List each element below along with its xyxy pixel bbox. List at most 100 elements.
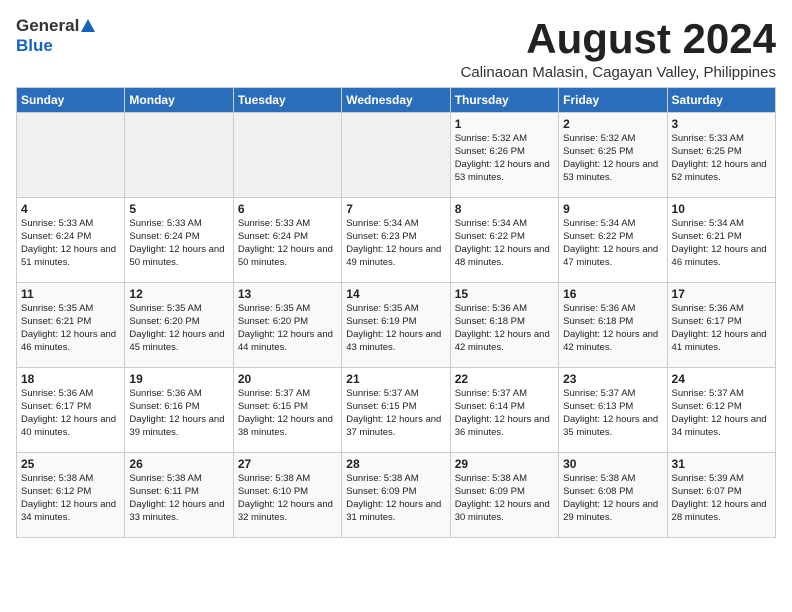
logo-general-text: General bbox=[16, 16, 79, 36]
empty-cell bbox=[125, 113, 233, 198]
day-info: Sunrise: 5:36 AM Sunset: 6:16 PM Dayligh… bbox=[129, 388, 228, 439]
day-number: 18 bbox=[21, 372, 120, 386]
day-info: Sunrise: 5:38 AM Sunset: 6:11 PM Dayligh… bbox=[129, 473, 228, 524]
day-info: Sunrise: 5:32 AM Sunset: 6:25 PM Dayligh… bbox=[563, 133, 662, 184]
day-number: 20 bbox=[238, 372, 337, 386]
day-info: Sunrise: 5:36 AM Sunset: 6:18 PM Dayligh… bbox=[455, 303, 554, 354]
week-row-3: 11 Sunrise: 5:35 AM Sunset: 6:21 PM Dayli… bbox=[17, 283, 776, 368]
day-info: Sunrise: 5:34 AM Sunset: 6:23 PM Dayligh… bbox=[346, 218, 445, 269]
day-info: Sunrise: 5:33 AM Sunset: 6:25 PM Dayligh… bbox=[672, 133, 771, 184]
day-info: Sunrise: 5:38 AM Sunset: 6:09 PM Dayligh… bbox=[455, 473, 554, 524]
day-info: Sunrise: 5:34 AM Sunset: 6:21 PM Dayligh… bbox=[672, 218, 771, 269]
day-number: 6 bbox=[238, 202, 337, 216]
day-cell-2: 2Sunrise: 5:32 AM Sunset: 6:25 PM Daylig… bbox=[559, 113, 667, 198]
week-row-4: 18Sunrise: 5:36 AM Sunset: 6:17 PM Dayli… bbox=[17, 368, 776, 453]
weekday-header-saturday: Saturday bbox=[667, 88, 775, 113]
day-number: 24 bbox=[672, 372, 771, 386]
day-cell-27: 27Sunrise: 5:38 AM Sunset: 6:10 PM Dayli… bbox=[233, 453, 341, 538]
day-info: Sunrise: 5:37 AM Sunset: 6:15 PM Dayligh… bbox=[238, 388, 337, 439]
day-cell-11: 11 Sunrise: 5:35 AM Sunset: 6:21 PM Dayli… bbox=[17, 283, 125, 368]
day-cell-25: 25 Sunrise: 5:38 AM Sunset: 6:12 PM Dayli… bbox=[17, 453, 125, 538]
day-cell-23: 23Sunrise: 5:37 AM Sunset: 6:13 PM Dayli… bbox=[559, 368, 667, 453]
day-number: 22 bbox=[455, 372, 554, 386]
day-cell-8: 8Sunrise: 5:34 AM Sunset: 6:22 PM Daylig… bbox=[450, 198, 558, 283]
day-number: 9 bbox=[563, 202, 662, 216]
day-info: Sunrise: 5:35 AM Sunset: 6:20 PM Dayligh… bbox=[129, 303, 228, 354]
day-cell-13: 13Sunrise: 5:35 AM Sunset: 6:20 PM Dayli… bbox=[233, 283, 341, 368]
day-cell-7: 7Sunrise: 5:34 AM Sunset: 6:23 PM Daylig… bbox=[342, 198, 450, 283]
day-info: Sunrise: 5:39 AM Sunset: 6:07 PM Dayligh… bbox=[672, 473, 771, 524]
day-info: Sunrise: 5:38 AM Sunset: 6:10 PM Dayligh… bbox=[238, 473, 337, 524]
day-info: Sunrise: 5:38 AM Sunset: 6:12 PM Dayligh… bbox=[21, 473, 120, 524]
day-cell-26: 26 Sunrise: 5:38 AM Sunset: 6:11 PM Dayli… bbox=[125, 453, 233, 538]
empty-cell bbox=[233, 113, 341, 198]
day-cell-22: 22Sunrise: 5:37 AM Sunset: 6:14 PM Dayli… bbox=[450, 368, 558, 453]
logo: General Blue bbox=[16, 16, 95, 57]
day-number: 19 bbox=[129, 372, 228, 386]
day-cell-4: 4 Sunrise: 5:33 AM Sunset: 6:24 PM Daylig… bbox=[17, 198, 125, 283]
day-number: 31 bbox=[672, 457, 771, 471]
day-cell-10: 10 Sunrise: 5:34 AM Sunset: 6:21 PM Dayli… bbox=[667, 198, 775, 283]
day-cell-19: 19 Sunrise: 5:36 AM Sunset: 6:16 PM Dayli… bbox=[125, 368, 233, 453]
day-info: Sunrise: 5:34 AM Sunset: 6:22 PM Dayligh… bbox=[455, 218, 554, 269]
day-info: Sunrise: 5:33 AM Sunset: 6:24 PM Dayligh… bbox=[238, 218, 337, 269]
day-number: 15 bbox=[455, 287, 554, 301]
day-cell-21: 21 Sunrise: 5:37 AM Sunset: 6:15 PM Dayli… bbox=[342, 368, 450, 453]
title-area: August 2024 Calinaoan Malasin, Cagayan V… bbox=[95, 16, 776, 81]
day-number: 17 bbox=[672, 287, 771, 301]
day-cell-31: 31 Sunrise: 5:39 AM Sunset: 6:07 PM Dayli… bbox=[667, 453, 775, 538]
day-info: Sunrise: 5:35 AM Sunset: 6:21 PM Dayligh… bbox=[21, 303, 120, 354]
day-info: Sunrise: 5:37 AM Sunset: 6:12 PM Dayligh… bbox=[672, 388, 771, 439]
day-info: Sunrise: 5:35 AM Sunset: 6:20 PM Dayligh… bbox=[238, 303, 337, 354]
day-cell-28: 28 Sunrise: 5:38 AM Sunset: 6:09 PM Dayli… bbox=[342, 453, 450, 538]
day-cell-24: 24 Sunrise: 5:37 AM Sunset: 6:12 PM Dayli… bbox=[667, 368, 775, 453]
day-number: 14 bbox=[346, 287, 445, 301]
day-number: 5 bbox=[129, 202, 228, 216]
day-cell-1: 1Sunrise: 5:32 AM Sunset: 6:26 PM Daylig… bbox=[450, 113, 558, 198]
day-info: Sunrise: 5:33 AM Sunset: 6:24 PM Dayligh… bbox=[129, 218, 228, 269]
empty-cell bbox=[17, 113, 125, 198]
day-cell-29: 29 Sunrise: 5:38 AM Sunset: 6:09 PM Dayli… bbox=[450, 453, 558, 538]
day-cell-6: 6 Sunrise: 5:33 AM Sunset: 6:24 PM Daylig… bbox=[233, 198, 341, 283]
month-title: August 2024 bbox=[115, 16, 776, 62]
day-number: 26 bbox=[129, 457, 228, 471]
day-number: 16 bbox=[563, 287, 662, 301]
day-info: Sunrise: 5:36 AM Sunset: 6:18 PM Dayligh… bbox=[563, 303, 662, 354]
day-cell-9: 9 Sunrise: 5:34 AM Sunset: 6:22 PM Daylig… bbox=[559, 198, 667, 283]
day-cell-18: 18Sunrise: 5:36 AM Sunset: 6:17 PM Dayli… bbox=[17, 368, 125, 453]
day-info: Sunrise: 5:38 AM Sunset: 6:09 PM Dayligh… bbox=[346, 473, 445, 524]
day-cell-14: 14Sunrise: 5:35 AM Sunset: 6:19 PM Dayli… bbox=[342, 283, 450, 368]
day-cell-15: 15 Sunrise: 5:36 AM Sunset: 6:18 PM Dayli… bbox=[450, 283, 558, 368]
day-number: 21 bbox=[346, 372, 445, 386]
weekday-header-wednesday: Wednesday bbox=[342, 88, 450, 113]
day-info: Sunrise: 5:33 AM Sunset: 6:24 PM Dayligh… bbox=[21, 218, 120, 269]
day-info: Sunrise: 5:37 AM Sunset: 6:15 PM Dayligh… bbox=[346, 388, 445, 439]
day-cell-3: 3Sunrise: 5:33 AM Sunset: 6:25 PM Daylig… bbox=[667, 113, 775, 198]
day-number: 10 bbox=[672, 202, 771, 216]
location-subtitle: Calinaoan Malasin, Cagayan Valley, Phili… bbox=[115, 64, 776, 81]
day-number: 29 bbox=[455, 457, 554, 471]
week-row-1: 1Sunrise: 5:32 AM Sunset: 6:26 PM Daylig… bbox=[17, 113, 776, 198]
weekday-header-tuesday: Tuesday bbox=[233, 88, 341, 113]
day-info: Sunrise: 5:37 AM Sunset: 6:13 PM Dayligh… bbox=[563, 388, 662, 439]
calendar-table: SundayMondayTuesdayWednesdayThursdayFrid… bbox=[16, 87, 776, 538]
day-number: 25 bbox=[21, 457, 120, 471]
day-cell-12: 12Sunrise: 5:35 AM Sunset: 6:20 PM Dayli… bbox=[125, 283, 233, 368]
empty-cell bbox=[342, 113, 450, 198]
logo-triangle-icon bbox=[81, 19, 95, 32]
weekday-header-row: SundayMondayTuesdayWednesdayThursdayFrid… bbox=[17, 88, 776, 113]
header: General Blue August 2024 Calinaoan Malas… bbox=[16, 16, 776, 81]
day-info: Sunrise: 5:32 AM Sunset: 6:26 PM Dayligh… bbox=[455, 133, 554, 184]
day-info: Sunrise: 5:34 AM Sunset: 6:22 PM Dayligh… bbox=[563, 218, 662, 269]
weekday-header-sunday: Sunday bbox=[17, 88, 125, 113]
day-number: 28 bbox=[346, 457, 445, 471]
logo-blue-text: Blue bbox=[16, 36, 53, 56]
day-number: 4 bbox=[21, 202, 120, 216]
day-number: 30 bbox=[563, 457, 662, 471]
day-info: Sunrise: 5:36 AM Sunset: 6:17 PM Dayligh… bbox=[672, 303, 771, 354]
day-info: Sunrise: 5:38 AM Sunset: 6:08 PM Dayligh… bbox=[563, 473, 662, 524]
weekday-header-friday: Friday bbox=[559, 88, 667, 113]
weekday-header-monday: Monday bbox=[125, 88, 233, 113]
day-cell-20: 20 Sunrise: 5:37 AM Sunset: 6:15 PM Dayli… bbox=[233, 368, 341, 453]
day-number: 11 bbox=[21, 287, 120, 301]
